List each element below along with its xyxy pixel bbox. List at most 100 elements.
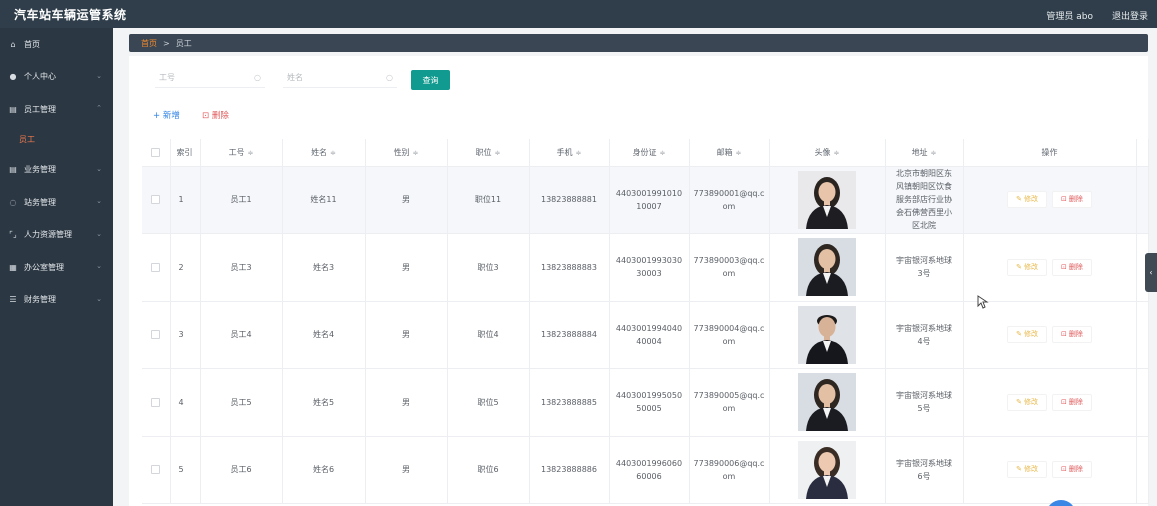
sort-icon[interactable]: ≑ — [736, 149, 742, 157]
gender-cell: 男 — [364, 300, 448, 369]
edit-button[interactable]: ✎ 修改 — [1007, 461, 1047, 479]
name-input[interactable] — [283, 73, 383, 82]
idcard-cell: 440300199101010007 — [608, 165, 690, 234]
logout-link[interactable]: 退出登录 — [1112, 9, 1148, 22]
sidebar-item-4[interactable]: ▤ 业务管理 ⌄ — [0, 154, 113, 187]
column-header[interactable]: 职位 ≑ — [446, 139, 530, 167]
row-checkbox[interactable] — [151, 330, 161, 340]
edit-icon: ✎ — [1016, 465, 1022, 474]
table-row[interactable]: 5 员工6 姓名6 男职位6 13823888886 440300199606060006… — [142, 435, 1149, 504]
edit-button[interactable]: ✎ 修改 — [1007, 258, 1047, 276]
column-header-label: 姓名 — [311, 147, 328, 157]
edit-button[interactable]: ✎ 修改 — [1007, 393, 1047, 411]
row-checkbox[interactable] — [151, 195, 161, 205]
side-collapse-tab[interactable]: ‹ — [1145, 253, 1157, 292]
column-header[interactable]: 头像 ≑ — [768, 139, 886, 167]
row-select-cell — [142, 300, 171, 369]
table-row[interactable]: 1 员工1 姓名11 男职位11 13823888881 4403001991010100… — [142, 165, 1149, 234]
breadcrumb-home[interactable]: 首页 — [141, 38, 157, 49]
row-checkbox[interactable] — [151, 262, 161, 272]
column-header[interactable]: 工号 ≑ — [199, 139, 283, 167]
add-button[interactable]: + 新增 — [153, 109, 180, 121]
scroll-gutter-cell — [1135, 435, 1149, 504]
delete-button[interactable]: ⊡ 删除 — [1052, 461, 1092, 479]
row-actions: ✎ 修改 ⊡ 删除 — [964, 461, 1136, 479]
sidebar-item-0[interactable]: ⌂ 首页 — [0, 28, 113, 61]
delete-button[interactable]: ⊡ 删除 — [1052, 191, 1092, 209]
column-header[interactable]: 邮箱 ≑ — [688, 139, 770, 167]
column-header-label: 身份证 — [632, 147, 657, 157]
index-cell: 1 — [169, 165, 201, 234]
idcard-cell: 440300199505050005 — [608, 368, 690, 437]
avatar-cell — [768, 165, 886, 234]
edit-icon: ✎ — [1016, 262, 1022, 271]
index-cell: 3 — [169, 300, 201, 369]
sort-icon[interactable]: ≑ — [495, 149, 501, 157]
sidebar-item-2[interactable]: ▤ 员工管理 ⌃ — [0, 93, 113, 126]
chevron-down-icon: ⌄ — [96, 71, 102, 80]
sort-icon[interactable]: ≑ — [330, 149, 336, 157]
column-header[interactable]: 性别 ≑ — [364, 139, 448, 167]
sort-icon[interactable]: ≑ — [576, 149, 582, 157]
clock-icon: ◌ — [9, 197, 17, 207]
edit-button[interactable]: ✎ 修改 — [1007, 191, 1047, 209]
chevron-down-icon: ⌄ — [96, 262, 102, 270]
employee-id-input[interactable] — [155, 73, 255, 82]
mouse-pointer-icon — [977, 295, 989, 309]
sidebar-item-label: 站务管理 — [24, 197, 56, 207]
sort-icon[interactable]: ≑ — [834, 149, 840, 157]
column-header[interactable]: 地址 ≑ — [884, 139, 964, 167]
email-cell: 773890006@qq.com — [688, 435, 770, 504]
edit-icon: ✎ — [1016, 195, 1022, 204]
select-all-checkbox[interactable] — [151, 147, 161, 157]
edit-button[interactable]: ✎ 修改 — [1007, 326, 1047, 344]
admin-label: 管理员 abo — [1046, 12, 1093, 22]
avatar — [798, 238, 856, 297]
avatar — [798, 440, 856, 499]
actions-cell: ✎ 修改 ⊡ 删除 — [962, 368, 1137, 437]
batch-delete-button[interactable]: ⊡ 删除 — [202, 109, 229, 121]
avatar-cell — [768, 435, 886, 504]
trash-icon: ⊡ — [1061, 465, 1067, 474]
table-row[interactable]: 3 员工4 姓名4 男职位4 13823888884 440300199404040004… — [142, 300, 1149, 369]
column-header-label: 性别 — [393, 147, 410, 157]
table-row[interactable]: 2 员工3 姓名3 男职位3 13823888883 440300199303030003… — [142, 233, 1149, 302]
column-header-label: 手机 — [556, 147, 573, 157]
column-header[interactable]: 身份证 ≑ — [608, 139, 690, 167]
table-row[interactable]: 4 员工5 姓名5 男职位5 13823888885 440300199505050005… — [142, 368, 1149, 437]
delete-button[interactable]: ⊡ 删除 — [1052, 258, 1092, 276]
sort-icon[interactable]: ≑ — [931, 149, 937, 157]
query-button[interactable]: 查询 — [411, 70, 450, 90]
sort-icon[interactable]: ≑ — [660, 149, 666, 157]
top-bar: 汽车站车辆运管系统 管理员 abo 退出登录 — [0, 0, 1157, 28]
edit-label: 修改 — [1024, 465, 1038, 474]
sidebar-item-7[interactable]: ▦ 办公室管理 ⌄ — [0, 251, 113, 284]
delete-button[interactable]: ⊡ 删除 — [1052, 326, 1092, 344]
scroll-gutter-cell — [1135, 368, 1149, 437]
sidebar-item-label: 员工管理 — [24, 104, 56, 114]
email-cell: 773890003@qq.com — [688, 233, 770, 302]
sidebar-item-6[interactable]: ⌜⌟ 人力资源管理 ⌄ — [0, 219, 113, 252]
row-select-cell — [142, 233, 171, 302]
content-panel: ○ ○ 查询 + 新增 ⊡ 删除 索引工号≑姓名≑性别≑职位≑手机≑身份证≑邮箱… — [129, 56, 1149, 506]
index-cell: 2 — [169, 233, 201, 302]
column-header[interactable]: 姓名 ≑ — [281, 139, 366, 167]
scroll-gutter-cell — [1135, 300, 1149, 369]
sidebar-item-label: 首页 — [24, 39, 40, 49]
sidebar-item-5[interactable]: ◌ 站务管理 ⌄ — [0, 186, 113, 219]
delete-button[interactable]: ⊡ 删除 — [1052, 393, 1092, 411]
scroll-gutter-cell — [1135, 165, 1149, 234]
sidebar-item-8[interactable]: ☰ 财务管理 ⌄ — [0, 284, 113, 317]
sidebar-item-1[interactable]: ● 个人中心 ⌄ — [0, 61, 113, 94]
position-cell: 职位4 — [446, 300, 530, 369]
row-checkbox[interactable] — [151, 397, 161, 407]
name-cell: 姓名5 — [281, 368, 366, 437]
select-all-header — [142, 139, 171, 167]
sidebar-item-label: 办公室管理 — [24, 262, 64, 272]
column-header[interactable]: 手机 ≑ — [528, 139, 610, 167]
sort-icon[interactable]: ≑ — [248, 149, 254, 157]
sidebar-subitem-employee[interactable]: 员工 — [0, 126, 113, 154]
row-checkbox[interactable] — [151, 465, 161, 475]
phone-cell: 13823888883 — [528, 233, 610, 302]
sort-icon[interactable]: ≑ — [413, 149, 419, 157]
